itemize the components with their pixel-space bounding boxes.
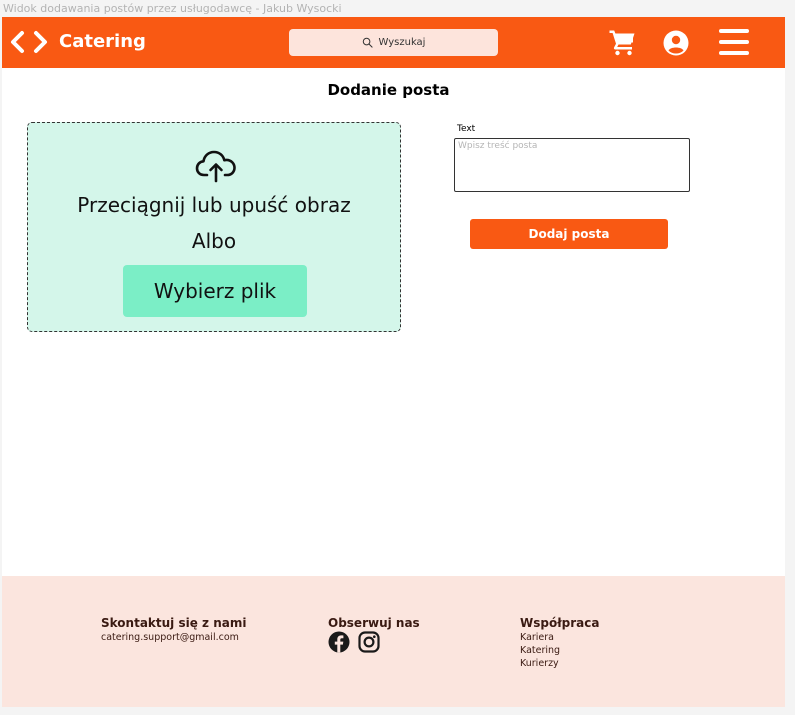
footer-cooperation: Współpraca Kariera Katering Kurierzy <box>520 616 599 669</box>
search-placeholder: Wyszukaj <box>378 37 426 48</box>
cart-icon[interactable] <box>608 28 636 56</box>
post-text-label: Text <box>457 124 476 134</box>
chevron-left-icon[interactable] <box>11 31 24 53</box>
search-input[interactable]: Wyszukaj <box>289 29 498 56</box>
or-separator: Albo <box>191 229 237 253</box>
footer-cooperation-heading: Współpraca <box>520 616 600 630</box>
footer-follow-heading: Obserwuj nas <box>328 616 420 630</box>
footer-contact-heading: Skontaktuj się z nami <box>101 616 247 630</box>
footer-follow: Obserwuj nas <box>328 616 420 653</box>
image-dropzone[interactable]: Przeciągnij lub upuść obraz Albo Wybierz… <box>27 122 401 332</box>
brand-name[interactable]: Catering <box>59 31 146 52</box>
footer-link-katering[interactable]: Katering <box>520 645 599 656</box>
footer-link-kurierzy[interactable]: Kurierzy <box>520 658 599 669</box>
top-navbar: Catering Wyszukaj <box>2 17 785 68</box>
instagram-icon[interactable] <box>358 631 380 653</box>
social-icons <box>328 631 420 653</box>
page-title: Dodanie posta <box>327 81 450 99</box>
footer-contact: Skontaktuj się z nami catering.support@g… <box>101 616 246 643</box>
page-frame: Catering Wyszukaj Dodanie posta Przeciąg… <box>2 17 785 707</box>
footer: Skontaktuj się z nami catering.support@g… <box>2 576 785 707</box>
nav-arrows <box>11 31 47 53</box>
frame-title: Widok dodawania postów przez usługodawcę… <box>3 2 342 15</box>
chevron-right-icon[interactable] <box>34 31 47 53</box>
menu-icon[interactable] <box>718 27 750 57</box>
footer-contact-email[interactable]: catering.support@gmail.com <box>101 632 246 643</box>
choose-file-button[interactable]: Wybierz plik <box>123 265 307 317</box>
drop-instructions: Przeciągnij lub upuść obraz <box>77 193 351 217</box>
cloud-upload-icon <box>195 150 236 183</box>
post-text-field[interactable] <box>454 138 690 192</box>
add-post-button[interactable]: Dodaj posta <box>470 219 668 249</box>
footer-link-kariera[interactable]: Kariera <box>520 632 599 643</box>
facebook-icon[interactable] <box>328 631 350 653</box>
user-icon[interactable] <box>663 30 689 56</box>
search-content: Wyszukaj <box>289 29 498 56</box>
search-icon <box>362 37 373 48</box>
